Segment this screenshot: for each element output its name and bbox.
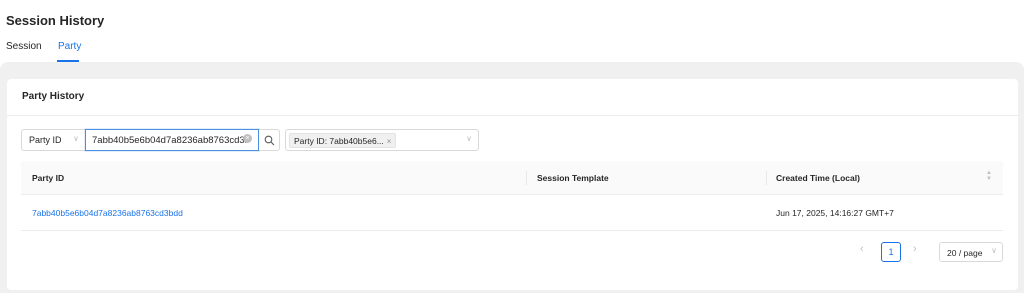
chevron-down-icon: ∨ [466,134,472,143]
filter-tag: Party ID: 7abb40b5e6... × [289,133,397,148]
column-divider [526,171,527,185]
sort-icon[interactable]: ▲ ▼ [986,170,992,182]
page-title: Session History [6,13,105,28]
tab-session[interactable]: Session [6,40,42,62]
chevron-down-icon: ∨ [73,134,79,143]
page-size-select[interactable]: 20 / page ∨ [939,242,1003,262]
clear-icon[interactable]: × [243,134,252,143]
card-title: Party History [22,91,85,102]
filter-field-select[interactable]: Party ID ∨ [21,129,85,151]
party-history-card: Party History Party ID ∨ 7abb40b5e6b04d7… [7,79,1018,290]
column-header-session-template: Session Template [537,173,609,183]
filter-tag-label: Party ID: 7abb40b5e6... [294,136,384,146]
created-time-cell: Jun 17, 2025, 14:16:27 GMT+7 [776,208,894,218]
close-icon[interactable]: × [387,137,392,146]
column-header-party-id: Party ID [32,173,65,183]
column-divider [766,171,767,185]
table-row: 7abb40b5e6b04d7a8236ab8763cd3bdd Jun 17,… [21,195,1003,231]
table-header: Party ID Session Template Created Time (… [21,161,1003,195]
page-size-label: 20 / page [947,248,983,258]
pagination-page-button[interactable]: 1 [881,242,901,262]
pagination-next-button[interactable]: › [913,243,917,255]
search-icon [264,135,275,146]
party-id-link[interactable]: 7abb40b5e6b04d7a8236ab8763cd3bdd [32,208,183,218]
search-input[interactable]: 7abb40b5e6b04d7a8236ab8763cd3l [85,129,259,151]
tab-party[interactable]: Party [58,40,81,62]
search-button[interactable] [259,129,280,151]
page-header: Session History Session Party [0,0,1024,64]
filter-field-label: Party ID [29,135,62,145]
filter-tags-select[interactable]: Party ID: 7abb40b5e6... × ∨ [285,129,479,151]
pagination-prev-button[interactable]: ‹ [860,243,864,255]
card-divider [7,115,1018,116]
chevron-down-icon: ∨ [991,246,997,255]
column-header-created-time[interactable]: Created Time (Local) [776,173,860,183]
